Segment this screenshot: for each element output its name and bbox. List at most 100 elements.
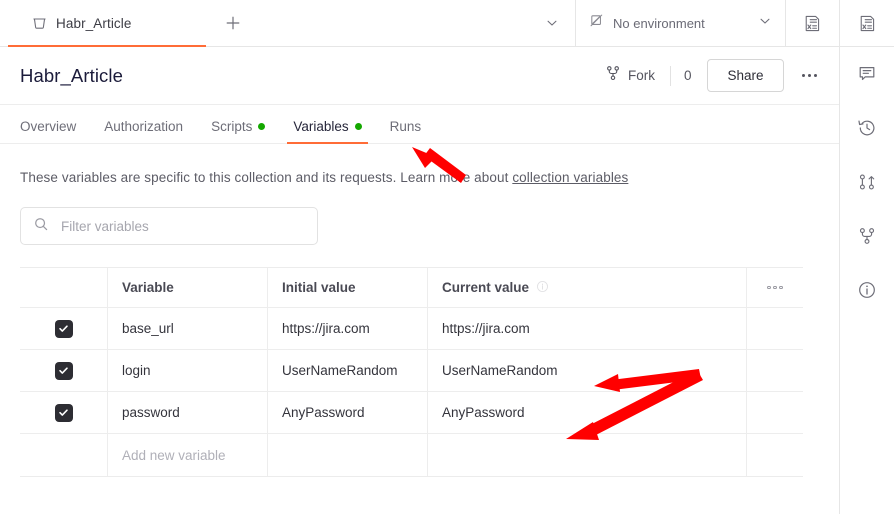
row-options[interactable] <box>747 392 803 433</box>
initial-value-text: https://jira.com <box>282 321 370 336</box>
cell-current-value[interactable]: UserNameRandom <box>428 350 747 391</box>
tab-variables[interactable]: Variables <box>279 119 375 144</box>
rail-comments[interactable] <box>840 47 894 101</box>
current-value-text: https://jira.com <box>442 321 530 336</box>
header-cell-variable: Variable <box>108 268 268 307</box>
chevron-down-icon <box>547 20 557 26</box>
rail-environment-quick-look[interactable] <box>840 0 894 47</box>
scripts-modified-dot-icon <box>258 123 266 130</box>
row-enabled-checkbox[interactable] <box>20 392 108 433</box>
comment-icon <box>859 67 875 81</box>
rail-info[interactable] <box>840 263 894 317</box>
variable-name-text: login <box>122 363 151 378</box>
share-button[interactable]: Share <box>707 59 784 92</box>
row-options[interactable] <box>747 350 803 391</box>
variables-pane: These variables are specific to this col… <box>0 144 839 514</box>
ellipsis-icon <box>767 285 783 290</box>
tab-overview[interactable]: Overview <box>20 119 90 143</box>
tab-bar-spacer <box>260 0 529 46</box>
variables-description-text: These variables are specific to this col… <box>20 170 513 185</box>
search-icon <box>33 216 49 237</box>
main-column: Habr_Article No environment Habr_Article… <box>0 0 840 514</box>
tab-scripts[interactable]: Scripts <box>197 119 279 143</box>
environment-quick-look-button[interactable] <box>785 0 839 46</box>
no-environment-icon <box>589 13 604 33</box>
search-input[interactable] <box>59 217 305 235</box>
tab-overview-label: Overview <box>20 119 77 134</box>
current-value-text: AnyPassword <box>442 405 525 420</box>
cell-initial-value[interactable]: https://jira.com <box>268 308 428 349</box>
collection-icon <box>32 16 47 31</box>
variable-name-text: password <box>122 405 180 420</box>
table-header-row: Variable Initial value Current value <box>20 268 803 308</box>
fork-icon <box>605 65 621 86</box>
checkbox-checked-icon <box>54 319 73 338</box>
cell-variable-name[interactable]: login <box>108 350 268 391</box>
header-current-value-label: Current value <box>442 280 530 295</box>
add-new-variable-cell[interactable]: Add new variable <box>108 434 268 476</box>
postman-window: Habr_Article No environment Habr_Article… <box>0 0 894 514</box>
header-divider <box>669 65 671 86</box>
add-new-variable-row[interactable]: Add new variable <box>20 434 803 476</box>
environment-name: No environment <box>613 15 705 31</box>
cell-current-value[interactable]: https://jira.com <box>428 308 747 349</box>
fork-count: 0 <box>683 68 692 83</box>
fork-button[interactable]: Fork <box>605 65 655 86</box>
info-icon[interactable] <box>536 280 549 296</box>
environment-selector[interactable]: No environment <box>575 0 785 46</box>
collection-header: Habr_Article Fork 0 Share <box>0 47 839 105</box>
cell-variable-name[interactable]: base_url <box>108 308 268 349</box>
checkbox-checked-icon <box>54 361 73 380</box>
tab-variables-label: Variables <box>293 119 349 134</box>
history-icon <box>858 120 875 136</box>
cell-variable-name[interactable]: password <box>108 392 268 433</box>
header-cell-checkbox <box>20 268 108 307</box>
add-row-checkbox-cell <box>20 434 108 476</box>
table-row[interactable]: base_url https://jira.com https://jira.c… <box>20 308 803 350</box>
collection-variables-link[interactable]: collection variables <box>512 170 628 185</box>
rail-history[interactable] <box>840 101 894 155</box>
row-enabled-checkbox[interactable] <box>20 308 108 349</box>
right-sidebar <box>840 0 894 514</box>
add-row-initial-cell[interactable] <box>268 434 428 476</box>
tab-label: Habr_Article <box>56 15 132 31</box>
tab-authorization-label: Authorization <box>104 119 184 134</box>
add-row-options <box>747 434 803 476</box>
table-row[interactable]: login UserNameRandom UserNameRandom <box>20 350 803 392</box>
tab-authorization[interactable]: Authorization <box>90 119 197 143</box>
pull-request-icon <box>859 174 875 190</box>
new-tab-button[interactable] <box>206 0 260 46</box>
variables-description: These variables are specific to this col… <box>20 170 819 185</box>
rail-forks[interactable] <box>840 209 894 263</box>
cell-initial-value[interactable]: UserNameRandom <box>268 350 428 391</box>
table-options-button[interactable] <box>747 268 803 307</box>
header-cell-current-value: Current value <box>428 268 747 307</box>
table-row[interactable]: password AnyPassword AnyPassword <box>20 392 803 434</box>
tab-bar: Habr_Article No environment <box>0 0 839 47</box>
environment-quick-look-icon <box>805 15 820 31</box>
tab-scripts-label: Scripts <box>211 119 253 134</box>
info-icon <box>859 282 875 298</box>
page-title: Habr_Article <box>20 64 123 86</box>
collection-more-actions-button[interactable] <box>798 68 822 84</box>
environment-quick-look-icon <box>860 15 874 31</box>
initial-value-text: AnyPassword <box>282 405 365 420</box>
add-new-variable-placeholder: Add new variable <box>122 447 226 463</box>
current-value-text: UserNameRandom <box>442 363 558 378</box>
filter-variables-field[interactable] <box>20 207 318 245</box>
initial-value-text: UserNameRandom <box>282 363 398 378</box>
tab-list-dropdown-button[interactable] <box>529 0 575 46</box>
row-enabled-checkbox[interactable] <box>20 350 108 391</box>
collection-tabs: Overview Authorization Scripts Variables… <box>0 105 839 144</box>
plus-icon <box>226 16 240 30</box>
add-row-current-cell[interactable] <box>428 434 747 476</box>
variable-name-text: base_url <box>122 321 174 336</box>
ellipsis-icon <box>801 73 817 78</box>
cell-initial-value[interactable]: AnyPassword <box>268 392 428 433</box>
cell-current-value[interactable]: AnyPassword <box>428 392 747 433</box>
rail-pull-requests[interactable] <box>840 155 894 209</box>
environment-chevron-down-icon[interactable] <box>758 14 772 33</box>
tab-runs[interactable]: Runs <box>376 119 436 143</box>
tab-habr-article[interactable]: Habr_Article <box>0 0 206 47</box>
row-options[interactable] <box>747 308 803 349</box>
